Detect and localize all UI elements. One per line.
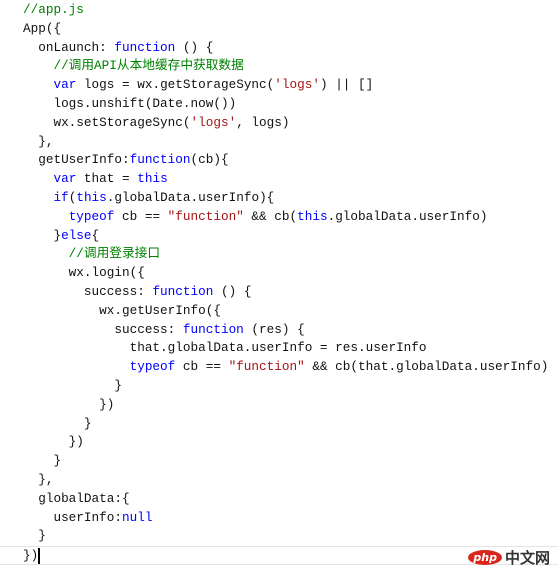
- code-token: logs.unshift(Date.now()): [23, 95, 237, 111]
- keyword-token: function: [152, 283, 214, 299]
- string-token: 'logs': [274, 77, 320, 93]
- code-token: }: [23, 377, 122, 393]
- keyword-token: typeof: [68, 208, 115, 224]
- code-line[interactable]: }): [23, 396, 558, 415]
- watermark-site: 中文网: [504, 549, 550, 567]
- code-token: }): [23, 548, 39, 564]
- comment-token: //调用API从本地缓存中获取数据: [23, 58, 244, 74]
- keyword-token: var: [53, 77, 77, 93]
- code-token: wx.login({: [23, 265, 145, 281]
- code-line[interactable]: var that = this: [23, 170, 558, 189]
- keyword-token: this: [137, 171, 168, 187]
- code-line[interactable]: }: [23, 452, 558, 471]
- code-editor[interactable]: //app.js App({ onLaunch: function () { //…: [0, 1, 558, 566]
- code-line[interactable]: }: [23, 415, 558, 434]
- code-token: (cb){: [190, 152, 229, 168]
- code-token: () {: [213, 283, 252, 299]
- comment-token: //调用登录接口: [23, 246, 161, 262]
- text-caret: [38, 547, 41, 564]
- keyword-token: else: [61, 227, 92, 243]
- code-line[interactable]: wx.getUserInfo({: [23, 302, 558, 321]
- code-line[interactable]: typeof cb == "function" && cb(that.globa…: [23, 358, 558, 377]
- code-line[interactable]: },: [23, 471, 558, 490]
- comment-token: //app.js: [23, 2, 84, 17]
- code-token: getUserInfo:: [23, 152, 130, 168]
- code-token: wx.getUserInfo({: [23, 302, 221, 318]
- code-line[interactable]: var logs = wx.getStorageSync('logs') || …: [23, 76, 558, 95]
- code-token: {: [91, 227, 100, 243]
- code-line[interactable]: }: [23, 377, 558, 396]
- code-line[interactable]: //调用API从本地缓存中获取数据: [23, 57, 558, 76]
- code-line[interactable]: that.globalData.userInfo = res.userInfo: [23, 339, 558, 358]
- code-token: wx.setStorageSync(: [23, 114, 191, 130]
- code-token: }: [23, 415, 92, 431]
- code-line[interactable]: userInfo:null: [23, 509, 558, 528]
- code-token: , logs): [236, 114, 290, 130]
- code-token: (res) {: [243, 321, 305, 337]
- code-token: }: [23, 227, 62, 243]
- keyword-token: null: [121, 509, 153, 525]
- code-token: ) || []: [319, 77, 374, 93]
- code-token: logs = wx.getStorageSync(: [76, 77, 275, 93]
- code-line[interactable]: App({: [23, 20, 558, 39]
- code-token: that =: [76, 171, 138, 187]
- keyword-token: function: [182, 321, 244, 337]
- code-line[interactable]: onLaunch: function () {: [23, 39, 558, 58]
- watermark-php: php: [468, 550, 502, 565]
- code-line[interactable]: globalData:{: [23, 490, 558, 509]
- code-line[interactable]: }): [23, 433, 558, 452]
- code-line[interactable]: getUserInfo:function(cb){: [23, 151, 558, 170]
- code-line[interactable]: //app.js: [23, 1, 558, 20]
- code-line[interactable]: wx.setStorageSync('logs', logs): [23, 114, 558, 133]
- code-line[interactable]: }else{: [23, 227, 558, 246]
- code-line[interactable]: //调用登录接口: [23, 245, 558, 264]
- code-token: cb ==: [114, 208, 168, 224]
- keyword-token: typeof: [129, 359, 176, 375]
- code-token: }): [23, 434, 84, 450]
- code-token: that.globalData.userInfo = res.userInfo: [23, 340, 427, 356]
- keyword-token: function: [114, 39, 176, 55]
- code-token: .globalData.userInfo): [327, 208, 488, 224]
- code-token: .globalData.userInfo){: [106, 189, 275, 205]
- string-token: 'logs': [190, 114, 237, 130]
- code-line[interactable]: success: function (res) {: [23, 321, 558, 340]
- keyword-token: function: [129, 152, 191, 168]
- code-token: },: [23, 133, 54, 149]
- keyword-token: var: [53, 171, 77, 187]
- code-token: onLaunch:: [23, 39, 115, 55]
- code-line[interactable]: logs.unshift(Date.now()): [23, 95, 558, 114]
- code-token: success:: [23, 283, 153, 299]
- string-token: "function": [228, 359, 305, 375]
- code-line[interactable]: wx.login({: [23, 264, 558, 283]
- code-line[interactable]: if(this.globalData.userInfo){: [23, 189, 558, 208]
- code-token: globalData:{: [23, 490, 130, 506]
- keyword-token: if: [53, 189, 69, 205]
- code-token: }: [23, 528, 46, 544]
- watermark-logo: php 中文网: [468, 547, 550, 568]
- code-token: }): [23, 396, 115, 412]
- code-token: success:: [23, 321, 183, 337]
- code-token: App({: [23, 20, 62, 36]
- code-token: userInfo:: [23, 509, 122, 525]
- string-token: "function": [167, 208, 244, 224]
- code-token: cb ==: [175, 359, 229, 375]
- keyword-token: this: [297, 208, 328, 224]
- code-line[interactable]: }: [23, 527, 558, 546]
- code-line[interactable]: },: [23, 133, 558, 152]
- code-line[interactable]: typeof cb == "function" && cb(this.globa…: [23, 208, 558, 227]
- keyword-token: this: [76, 189, 107, 205]
- code-token: && cb(: [243, 208, 298, 224]
- code-token: }: [23, 453, 62, 469]
- code-token: () {: [175, 39, 214, 55]
- code-token: && cb(that.globalData.userInfo): [304, 359, 549, 375]
- code-line[interactable]: success: function () {: [23, 283, 558, 302]
- code-token: },: [23, 471, 54, 487]
